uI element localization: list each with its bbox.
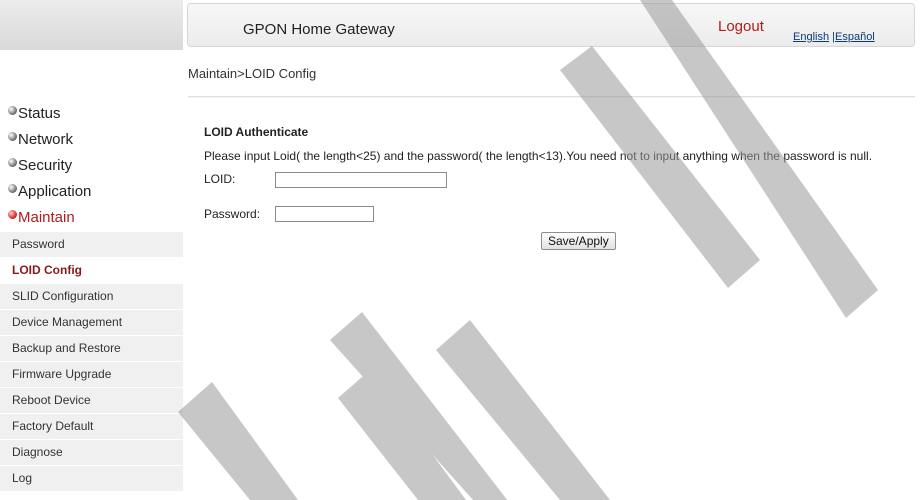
sidebar-item-loid-config[interactable]: LOID Config: [0, 258, 183, 284]
sidebar-item-device-management[interactable]: Device Management: [0, 310, 183, 336]
loid-input[interactable]: [275, 172, 447, 188]
espanol-link[interactable]: Español: [835, 31, 875, 43]
nav-group-label: Application: [18, 182, 92, 200]
nav-group-label: Status: [18, 104, 61, 122]
nav-group-label: Network: [18, 130, 74, 148]
sidebar-item-log[interactable]: Log: [0, 466, 183, 492]
breadcrumb: Maintain>LOID Config: [188, 66, 317, 81]
password-input[interactable]: [275, 206, 374, 222]
nav-group-maintain[interactable]: Maintain: [0, 204, 183, 230]
logo-area: [0, 0, 183, 50]
sidebar-item-diagnose[interactable]: Diagnose: [0, 440, 183, 466]
loid-label: LOID:: [204, 172, 236, 186]
nav-group-status[interactable]: Status: [0, 100, 183, 126]
maintain-subnav: Password LOID Config SLID Configuration …: [0, 232, 183, 492]
sphere-bullet-icon: [8, 131, 17, 141]
sidebar-item-backup-and-restore[interactable]: Backup and Restore: [0, 336, 183, 362]
sidebar-item-slid-configuration[interactable]: SLID Configuration: [0, 284, 183, 310]
nav-group-label: Security: [18, 156, 73, 174]
header-bar: GPON Home Gateway Logout English |Españo…: [187, 3, 915, 47]
nav-group-network[interactable]: Network: [0, 126, 183, 152]
sphere-bullet-icon: [8, 183, 17, 193]
red-sphere-bullet-icon: [8, 209, 17, 219]
instructions-text: Please input Loid( the length<25) and th…: [204, 149, 873, 163]
sidebar-item-reboot-device[interactable]: Reboot Device: [0, 388, 183, 414]
sphere-bullet-icon: [8, 105, 17, 115]
english-link[interactable]: English: [793, 31, 829, 43]
app-title: GPON Home Gateway: [243, 21, 395, 38]
sphere-bullet-icon: [8, 157, 17, 167]
nav-group-application[interactable]: Application: [0, 178, 183, 204]
section-title: LOID Authenticate: [204, 125, 309, 139]
language-switcher: English |Español: [793, 31, 875, 43]
logout-link[interactable]: Logout: [718, 18, 764, 35]
sidebar-item-password[interactable]: Password: [0, 232, 183, 258]
sidebar-item-factory-default[interactable]: Factory Default: [0, 414, 183, 440]
sidebar: Status Network Security Application Main…: [0, 100, 183, 492]
password-label: Password:: [204, 207, 261, 221]
save-apply-button[interactable]: Save/Apply: [541, 232, 616, 250]
nav-group-label: Maintain: [18, 208, 75, 226]
sidebar-item-firmware-upgrade[interactable]: Firmware Upgrade: [0, 362, 183, 388]
header-divider: [188, 96, 915, 98]
nav-group-security[interactable]: Security: [0, 152, 183, 178]
